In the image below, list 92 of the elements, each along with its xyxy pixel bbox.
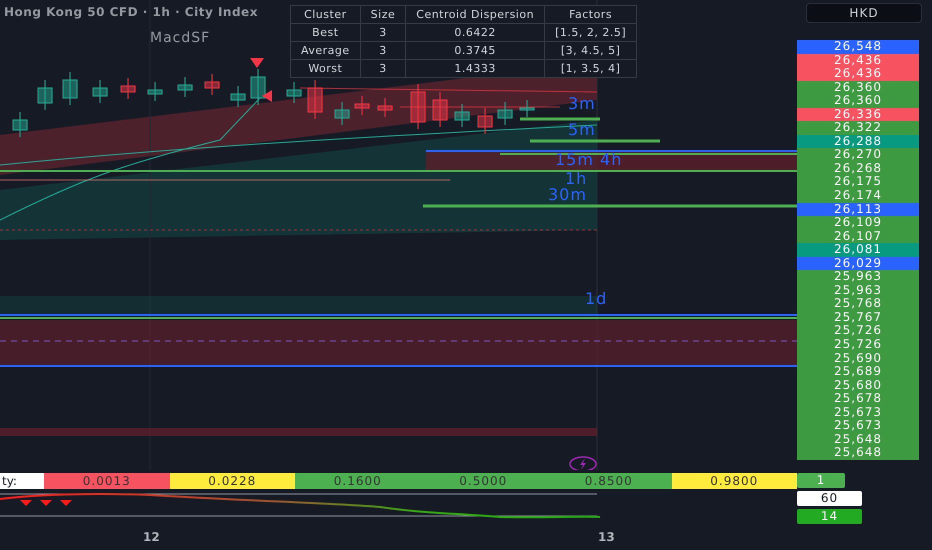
price-label: 26,029 xyxy=(797,256,919,270)
table-cell: 0.3745 xyxy=(406,42,545,60)
price-label: 25,678 xyxy=(797,392,919,406)
price-label: 25,726 xyxy=(797,324,919,338)
price-label: 25,690 xyxy=(797,352,919,366)
candlestick xyxy=(120,78,136,100)
probability-cell: 0.1600 xyxy=(295,473,420,489)
probability-cell: 0.0013 xyxy=(44,473,170,489)
probability-cell: 0.0228 xyxy=(170,473,295,489)
table-cell: 3 xyxy=(360,24,406,42)
candlestick xyxy=(204,74,220,96)
table-cell: 0.6422 xyxy=(406,24,545,42)
candlestick xyxy=(354,96,370,116)
price-label: 25,963 xyxy=(797,270,919,284)
candlestick xyxy=(38,80,52,110)
value-badge: 60 xyxy=(797,491,862,506)
candlestick xyxy=(92,80,108,104)
table-cell: [1, 3.5, 4] xyxy=(544,60,637,78)
chart-title: Hong Kong 50 CFD · 1h · City Index xyxy=(4,5,258,19)
price-label: 26,288 xyxy=(797,134,919,148)
timeframe-label: 3m xyxy=(568,95,596,112)
currency-button[interactable]: HKD xyxy=(806,3,922,23)
price-label: 26,436 xyxy=(797,54,919,68)
candlestick xyxy=(148,82,162,102)
signal-marker xyxy=(250,58,264,68)
price-label: 26,113 xyxy=(797,202,919,216)
price-label: 25,673 xyxy=(797,419,919,433)
price-label: 26,436 xyxy=(797,67,919,81)
price-label: 25,673 xyxy=(797,406,919,420)
price-label: 26,175 xyxy=(797,175,919,190)
strip-label: ty: xyxy=(0,473,44,489)
time-tick: 13 xyxy=(598,530,615,544)
value-badge: 14 xyxy=(797,509,862,524)
column-header: Size xyxy=(360,6,406,24)
price-label: 25,648 xyxy=(797,446,919,460)
price-label: 26,336 xyxy=(797,108,919,122)
price-label: 26,109 xyxy=(797,216,919,230)
price-label: 25,963 xyxy=(797,284,919,298)
candlestick xyxy=(454,104,470,128)
timeframe-label: 1d xyxy=(585,290,608,307)
price-label: 26,268 xyxy=(797,162,919,176)
candlestick xyxy=(378,98,392,118)
price-label: 26,107 xyxy=(797,230,919,244)
table-cell: [3, 4.5, 5] xyxy=(544,42,637,60)
table-cell: 1.4333 xyxy=(406,60,545,78)
price-label: 26,081 xyxy=(797,243,919,257)
price-label: 26,548 xyxy=(797,40,919,54)
price-label: 25,767 xyxy=(797,310,919,324)
timeframe-label: 15m 4h xyxy=(555,151,622,168)
candlestick xyxy=(432,92,448,128)
price-label: 25,648 xyxy=(797,432,919,446)
candlestick xyxy=(478,108,492,134)
candlestick xyxy=(334,102,350,126)
timeframe-label: 1h xyxy=(565,170,588,187)
candlestick xyxy=(62,72,78,106)
timeframe-label: 5m xyxy=(568,121,596,138)
candlestick xyxy=(308,80,322,120)
price-label: 25,768 xyxy=(797,297,919,311)
candlestick xyxy=(520,100,534,118)
table-cell: 3 xyxy=(360,60,406,78)
table-cell: Worst xyxy=(290,60,360,78)
candlestick xyxy=(498,102,512,126)
column-header: Centroid Dispersion xyxy=(406,6,545,24)
table-cell: Average xyxy=(290,42,360,60)
lightning-icon[interactable] xyxy=(569,456,597,470)
time-tick: 12 xyxy=(143,530,160,544)
timeframe-label: 30m xyxy=(548,186,587,203)
candlestick xyxy=(410,84,426,130)
price-label: 26,360 xyxy=(797,94,919,108)
candlestick xyxy=(178,76,192,98)
candlestick xyxy=(250,68,266,106)
column-header: Cluster xyxy=(290,6,360,24)
candlestick xyxy=(286,82,302,104)
table-cell: 3 xyxy=(360,42,406,60)
table-cell: Best xyxy=(290,24,360,42)
column-header: Factors xyxy=(544,6,637,24)
candlestick xyxy=(230,86,246,108)
indicator-label: MacdSF xyxy=(150,30,210,46)
signal-marker xyxy=(262,90,272,102)
probability-cell: 0.8500 xyxy=(546,473,672,489)
probability-cell: 0.5000 xyxy=(420,473,546,489)
price-label: 26,322 xyxy=(797,121,919,135)
price-label: 26,360 xyxy=(797,80,919,94)
price-label: 26,270 xyxy=(797,148,919,162)
price-label: 25,680 xyxy=(797,378,919,392)
price-label: 26,174 xyxy=(797,189,919,203)
price-label: 25,726 xyxy=(797,338,919,352)
price-label: 25,689 xyxy=(797,365,919,379)
value-badge: 1 xyxy=(797,473,845,488)
table-cell: [1.5, 2, 2.5] xyxy=(544,24,637,42)
candlestick xyxy=(12,112,28,138)
probability-cell: 0.9800 xyxy=(672,473,797,489)
